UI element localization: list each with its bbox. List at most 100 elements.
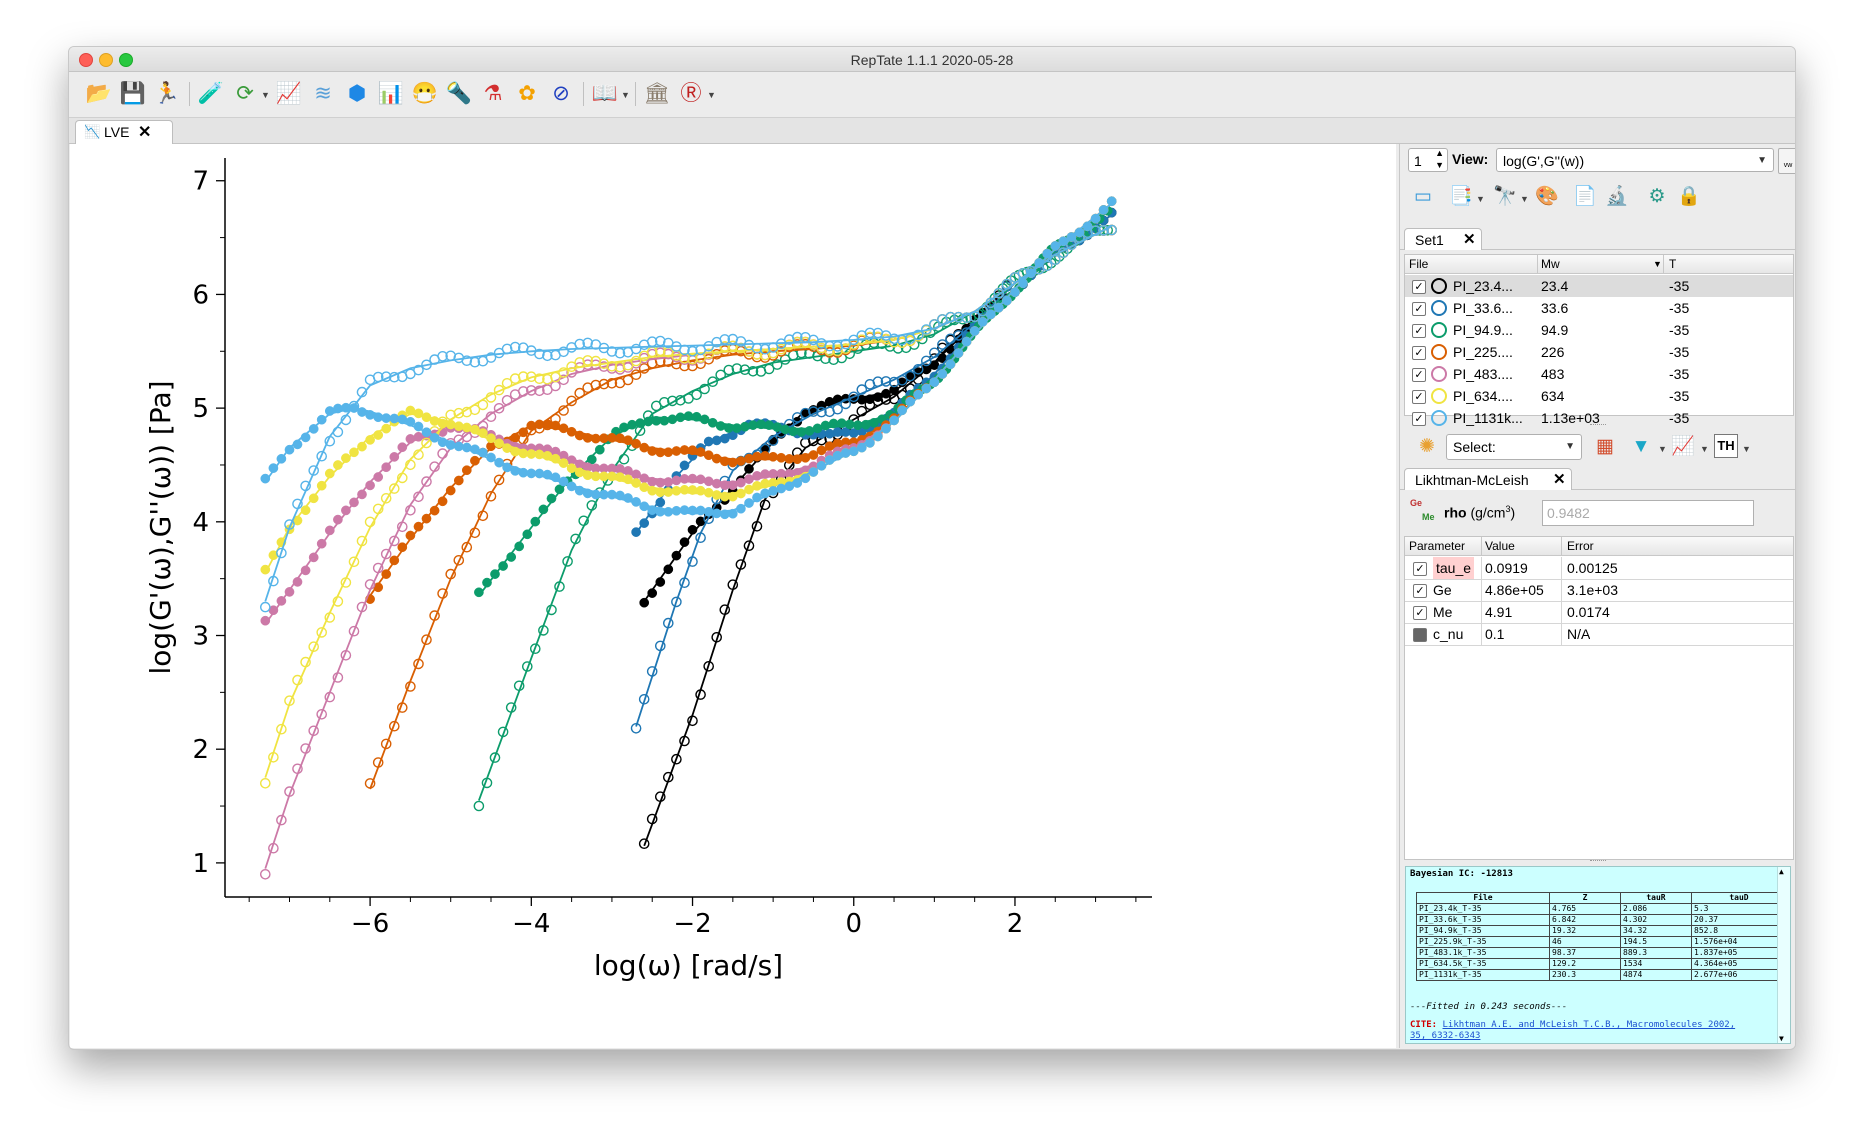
- new-gt-app-icon[interactable]: 📊: [377, 80, 405, 108]
- parameter-fit-checkbox[interactable]: ✓: [1413, 606, 1427, 620]
- view-select[interactable]: log(G',G''(w)) ▼: [1496, 148, 1774, 172]
- theory-select[interactable]: Select: ▼: [1446, 434, 1582, 460]
- chevron-down-icon[interactable]: ▼: [1700, 444, 1709, 454]
- fit-curve-icon[interactable]: 📈: [1670, 434, 1696, 460]
- fit-report-console[interactable]: Bayesian IC: -12813 File ZtauR tauD PI_23.4…: [1405, 866, 1791, 1044]
- parameter-fit-checkbox[interactable]: [1413, 628, 1427, 642]
- new-lve-app-icon[interactable]: 🧪: [197, 80, 225, 108]
- new-set-icon[interactable]: ▭: [1410, 184, 1436, 210]
- file-row[interactable]: ✓ PI_483.... 483 -35: [1405, 363, 1793, 385]
- file-row[interactable]: ✓ PI_23.4... 23.4 -35: [1405, 275, 1793, 297]
- view-label: View:: [1452, 151, 1489, 167]
- rho-label: rho: [1444, 504, 1467, 521]
- theory-th-button[interactable]: TH: [1714, 434, 1738, 458]
- parameter-fit-checkbox[interactable]: ✓: [1413, 584, 1427, 598]
- file-visible-checkbox[interactable]: ✓: [1412, 280, 1426, 294]
- parameter-row[interactable]: ✓ tau_e 0.0919 0.00125: [1405, 557, 1793, 580]
- scroll-down-icon[interactable]: ▼: [1779, 1034, 1784, 1043]
- calculator-icon[interactable]: ▦: [1592, 434, 1618, 460]
- lve-chart[interactable]: −6 −4 −2 0 2 1 2 3 4 5 6 7 log(ω) [rad/s] log(G'(ω),G…: [70, 144, 1396, 1048]
- chevron-down-icon[interactable]: ▼: [1742, 444, 1751, 454]
- shift-data-icon[interactable]: ⚙: [1644, 184, 1670, 210]
- cite-link-line2[interactable]: 35, 6332-6343: [1410, 1031, 1480, 1041]
- loss-modulus-point: [752, 492, 762, 503]
- loss-modulus-point: [635, 418, 645, 428]
- file-row[interactable]: ✓ PI_634.... 634 -35: [1405, 385, 1793, 407]
- file-row[interactable]: ✓ PI_225.... 226 -35: [1405, 341, 1793, 363]
- parameter-value[interactable]: 0.0919: [1485, 557, 1528, 579]
- color-wheel-icon[interactable]: 🎨: [1534, 184, 1560, 210]
- theory-settings-icon[interactable]: ✺: [1414, 434, 1440, 460]
- binoculars-icon[interactable]: 🔭: [1492, 184, 1518, 210]
- scroll-up-icon[interactable]: ▲: [1779, 867, 1784, 876]
- fit-results-header-cell: tauR: [1620, 892, 1692, 904]
- minimize-fit-icon[interactable]: ▼: [1628, 434, 1654, 460]
- close-tab-icon[interactable]: ✕: [1463, 229, 1476, 251]
- panel-splitter-handle[interactable]: [1590, 860, 1606, 863]
- column-header-value[interactable]: Value: [1485, 537, 1515, 555]
- chevron-down-icon[interactable]: ▼: [1658, 444, 1667, 454]
- file-row[interactable]: ✓ PI_94.9... 94.9 -35: [1405, 319, 1793, 341]
- column-header-file[interactable]: File: [1409, 255, 1428, 273]
- chevron-down-icon[interactable]: ▼: [621, 90, 630, 100]
- file-visible-checkbox[interactable]: ✓: [1412, 346, 1426, 360]
- new-nlve-app-icon[interactable]: 📈: [275, 80, 303, 108]
- new-creep-app-icon[interactable]: 🔦: [445, 80, 473, 108]
- fit-results-cell: 4874: [1620, 969, 1692, 981]
- new-dielectric-app-icon[interactable]: ✿: [513, 80, 541, 108]
- column-header-error[interactable]: Error: [1567, 537, 1594, 555]
- new-crystal-app-icon[interactable]: ⬢: [343, 80, 371, 108]
- new-time-app-icon[interactable]: ⟳: [231, 80, 259, 108]
- parameter-value[interactable]: 4.91: [1485, 601, 1512, 623]
- file-row[interactable]: ✓ PI_33.6... 33.6 -35: [1405, 297, 1793, 319]
- column-header-mw[interactable]: Mw: [1541, 255, 1560, 273]
- new-react-app-icon[interactable]: 😷: [411, 80, 439, 108]
- save-view-button[interactable]: vw: [1778, 148, 1795, 174]
- microscope-icon[interactable]: 🔬: [1604, 184, 1630, 210]
- about-institution-icon[interactable]: 🏛: [643, 80, 671, 108]
- file-visible-checkbox[interactable]: ✓: [1412, 324, 1426, 338]
- close-tab-icon[interactable]: ✕: [1553, 469, 1566, 491]
- fit-results-cell: 19.32: [1549, 925, 1621, 937]
- spin-arrows-icon[interactable]: ▲ ▼: [1435, 147, 1444, 171]
- loss-modulus-point: [659, 415, 670, 426]
- tab-lve[interactable]: 📉 LVE ✕: [75, 120, 173, 144]
- view-number-spinbox[interactable]: 1 ▲ ▼: [1408, 148, 1448, 172]
- chevron-down-icon[interactable]: ▼: [1520, 194, 1529, 204]
- close-tab-icon[interactable]: ✕: [138, 122, 151, 142]
- file-visible-checkbox[interactable]: ✓: [1412, 302, 1426, 316]
- reptate-logo-icon[interactable]: Ⓡ: [677, 80, 705, 108]
- column-header-parameter[interactable]: Parameter: [1409, 537, 1465, 555]
- lock-xy-icon[interactable]: 🔒: [1676, 184, 1702, 210]
- chevron-down-icon[interactable]: ▼: [707, 90, 716, 100]
- column-header-t[interactable]: T: [1669, 255, 1676, 273]
- open-data-file-icon[interactable]: 📑: [1448, 184, 1474, 210]
- chevron-down-icon[interactable]: ▼: [1476, 194, 1485, 204]
- manual-book-icon[interactable]: 📖: [591, 80, 619, 108]
- rho-input[interactable]: 0.9482: [1542, 500, 1754, 526]
- parameter-row[interactable]: c_nu 0.1 N/A: [1405, 623, 1793, 646]
- cite-link-line1[interactable]: Likhtman A.E. and McLeish T.C.B., Macrom…: [1443, 1020, 1736, 1030]
- file-visible-checkbox[interactable]: ✓: [1412, 390, 1426, 404]
- exit-run-icon[interactable]: 🏃: [153, 80, 181, 108]
- open-folder-icon[interactable]: 📂: [85, 80, 113, 108]
- file-inspect-icon[interactable]: 📄: [1572, 184, 1598, 210]
- parameter-value[interactable]: 0.1: [1485, 623, 1504, 645]
- new-app-orbit-icon[interactable]: ⊘: [547, 80, 575, 108]
- parameter-row[interactable]: ✓ Ge 4.86e+05 3.1e+03: [1405, 579, 1793, 602]
- save-icon[interactable]: 💾: [119, 80, 147, 108]
- file-visible-checkbox[interactable]: ✓: [1412, 368, 1426, 382]
- loss-modulus-point: [816, 445, 827, 456]
- file-visible-checkbox[interactable]: ✓: [1412, 412, 1426, 426]
- tab-set1[interactable]: Set1 ✕: [1404, 228, 1482, 250]
- parameter-row[interactable]: ✓ Me 4.91 0.0174: [1405, 601, 1793, 624]
- panel-splitter-handle[interactable]: [1590, 424, 1606, 427]
- new-sans-app-icon[interactable]: ⚗: [479, 80, 507, 108]
- new-mwd-app-icon[interactable]: ≋: [309, 80, 337, 108]
- loss-modulus-point: [631, 469, 641, 480]
- chevron-down-icon[interactable]: ▼: [261, 90, 270, 100]
- parameter-value[interactable]: 4.86e+05: [1485, 579, 1544, 601]
- console-scrollbar[interactable]: ▲ ▼: [1777, 867, 1790, 1043]
- tab-likhtman-mcleish[interactable]: Likhtman-McLeish ✕: [1404, 468, 1572, 490]
- parameter-fit-checkbox[interactable]: ✓: [1413, 562, 1427, 576]
